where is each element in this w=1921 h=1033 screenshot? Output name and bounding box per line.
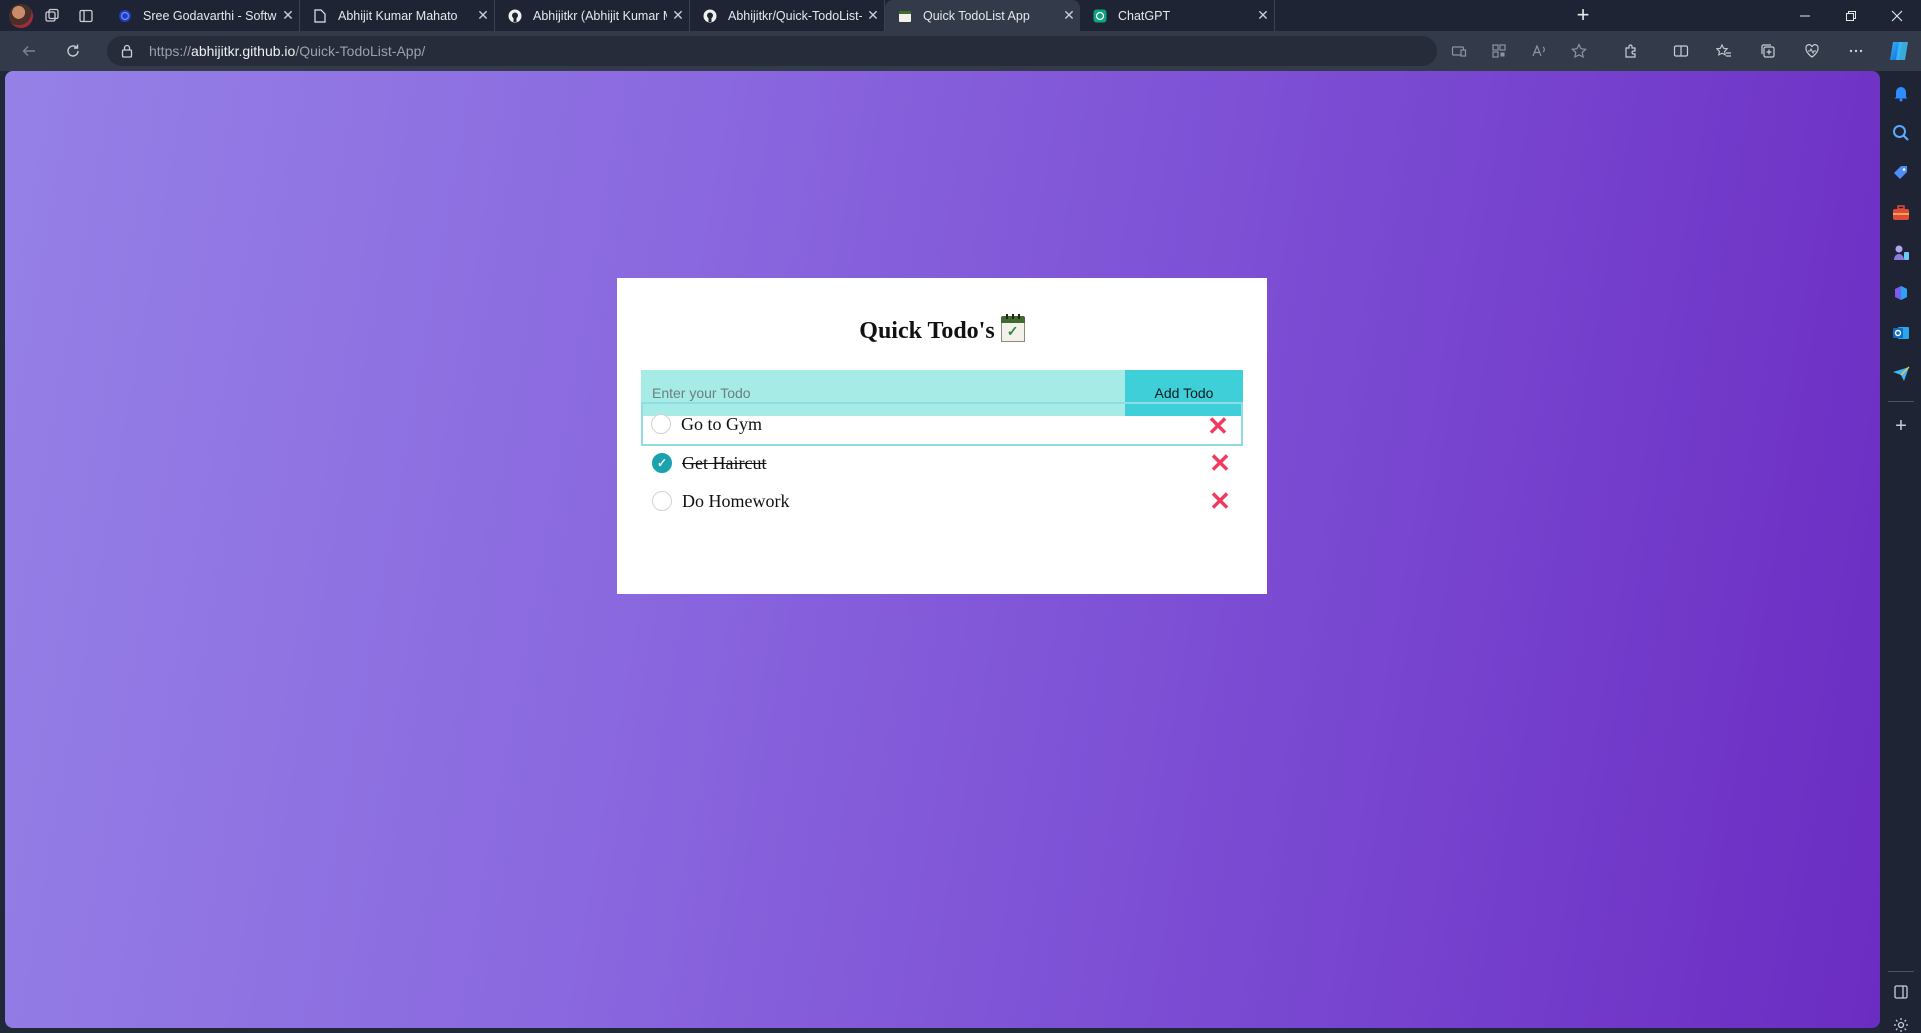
app-available-icon[interactable] xyxy=(1448,40,1470,62)
outlook-icon[interactable] xyxy=(1891,323,1911,343)
tab-quick-todolist-app[interactable]: Quick TodoList App ✕ xyxy=(885,0,1080,31)
close-icon[interactable]: ✕ xyxy=(667,7,689,24)
shopping-tag-icon[interactable] xyxy=(1891,163,1911,183)
tab-title: Abhijit Kumar Mahato xyxy=(338,8,458,23)
workspaces-icon[interactable] xyxy=(43,7,61,25)
profile-avatar[interactable] xyxy=(9,4,33,28)
send-plane-icon[interactable] xyxy=(1891,363,1911,383)
tab-abhijitkr-profile[interactable]: Abhijitkr (Abhijit Kumar Mahato) ✕ xyxy=(495,0,690,31)
todo-item[interactable]: Do Homework ✕ xyxy=(641,479,1243,523)
todo-checkbox-checked[interactable]: ✓ xyxy=(652,453,672,473)
sidebar-divider xyxy=(1888,401,1914,402)
tab-chatgpt[interactable]: ChatGPT ✕ xyxy=(1080,0,1275,31)
todo-card: Quick Todo's✓ Add Todo Go to Gym ✕ ✓ Get… xyxy=(617,278,1267,594)
page-icon xyxy=(897,8,913,24)
todo-text: Go to Gym xyxy=(681,413,762,434)
add-sidebar-app-button[interactable]: + xyxy=(1891,416,1911,436)
close-icon[interactable]: ✕ xyxy=(472,7,494,24)
bell-icon[interactable] xyxy=(1891,83,1911,103)
split-screen-icon[interactable] xyxy=(1670,40,1692,62)
read-aloud-icon[interactable] xyxy=(1528,40,1550,62)
todo-checkbox[interactable] xyxy=(651,414,671,434)
settings-gear-icon[interactable] xyxy=(1891,1015,1911,1033)
tools-briefcase-icon[interactable] xyxy=(1891,203,1911,223)
new-tab-button[interactable]: + xyxy=(1571,4,1595,28)
url-scheme: https:// xyxy=(149,43,192,59)
url-host: abhijitkr.github.io xyxy=(191,43,296,59)
delete-x-icon[interactable]: ✕ xyxy=(1209,450,1231,476)
url-path: /Quick-TodoList-App/ xyxy=(295,43,426,59)
close-icon[interactable]: ✕ xyxy=(1058,7,1080,24)
tab-abhijit-kumar-mahato[interactable]: Abhijit Kumar Mahato ✕ xyxy=(300,0,495,31)
close-window-button[interactable] xyxy=(1874,0,1920,31)
tab-title: ChatGPT xyxy=(1118,8,1171,23)
edge-sidebar: + xyxy=(1880,71,1921,1033)
url-text: https://abhijitkr.github.io/Quick-TodoLi… xyxy=(149,43,425,59)
tab-quick-todolist-repo[interactable]: Abhijitkr/Quick-TodoList-App: Th ✕ xyxy=(690,0,885,31)
favorite-star-icon[interactable] xyxy=(1568,40,1590,62)
microsoft365-icon[interactable] xyxy=(1891,283,1911,303)
chatgpt-icon xyxy=(1092,8,1108,24)
copilot-icon[interactable] xyxy=(1886,38,1912,64)
more-options-icon[interactable] xyxy=(1845,40,1867,62)
lock-icon[interactable] xyxy=(117,44,137,58)
address-bar[interactable]: https://abhijitkr.github.io/Quick-TodoLi… xyxy=(107,36,1437,66)
sidebar-divider xyxy=(1888,971,1914,972)
tab-title: Sree Godavarthi - Software Engi xyxy=(143,8,277,23)
favorites-icon[interactable] xyxy=(1713,40,1735,62)
tab-sree-godavarthi[interactable]: Sree Godavarthi - Software Engi ✕ xyxy=(105,0,300,31)
restore-button[interactable] xyxy=(1828,0,1874,31)
todo-text: Do Homework xyxy=(682,490,790,511)
todo-text: Get Haircut xyxy=(682,452,767,473)
refresh-button[interactable] xyxy=(62,40,84,62)
browser-toolbar: https://abhijitkr.github.io/Quick-TodoLi… xyxy=(0,31,1921,71)
minimize-button[interactable] xyxy=(1782,0,1828,31)
browser-essentials-icon[interactable] xyxy=(1801,40,1823,62)
back-button[interactable] xyxy=(18,40,40,62)
close-icon[interactable]: ✕ xyxy=(277,7,299,24)
games-icon[interactable] xyxy=(1891,243,1911,263)
calendar-check-icon: ✓ xyxy=(1000,314,1025,342)
collections-icon[interactable] xyxy=(1757,40,1779,62)
todo-checkbox[interactable] xyxy=(652,491,672,511)
extensions-icon[interactable] xyxy=(1620,40,1642,62)
title-text: Quick Todo's xyxy=(859,318,995,344)
github-icon xyxy=(702,8,718,24)
globe-icon xyxy=(117,8,133,24)
tab-strip: Sree Godavarthi - Software Engi ✕ Abhiji… xyxy=(0,0,1921,31)
github-icon xyxy=(507,8,523,24)
page-viewport: Quick Todo's✓ Add Todo Go to Gym ✕ ✓ Get… xyxy=(5,71,1880,1028)
hide-sidebar-icon[interactable] xyxy=(1891,982,1911,1002)
delete-x-icon[interactable]: ✕ xyxy=(1207,413,1229,439)
document-icon xyxy=(312,8,328,24)
tab-title: Abhijitkr (Abhijit Kumar Mahato) xyxy=(533,8,667,23)
close-icon[interactable]: ✕ xyxy=(862,7,884,24)
todo-item[interactable]: Go to Gym ✕ xyxy=(641,402,1243,446)
qr-code-icon[interactable] xyxy=(1488,40,1510,62)
search-icon[interactable] xyxy=(1891,123,1911,143)
close-icon[interactable]: ✕ xyxy=(1252,7,1274,24)
tab-title: Quick TodoList App xyxy=(923,8,1030,23)
tab-actions-icon[interactable] xyxy=(77,7,95,25)
delete-x-icon[interactable]: ✕ xyxy=(1209,488,1231,514)
page-title: Quick Todo's ✓ xyxy=(617,314,1267,345)
tab-title: Abhijitkr/Quick-TodoList-App: Th xyxy=(728,8,862,23)
